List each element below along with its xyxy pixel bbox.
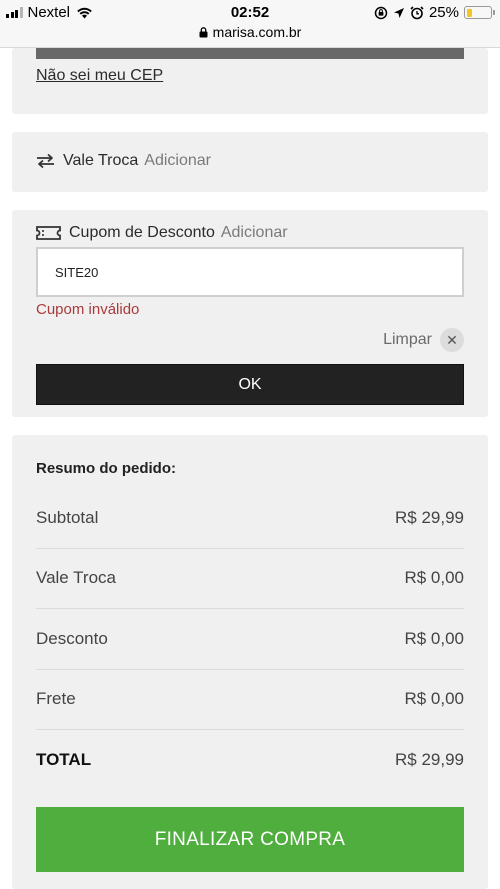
summary-value: R$ 0,00 [404, 628, 464, 648]
rotation-lock-icon [374, 6, 388, 19]
lock-icon [199, 26, 208, 37]
summary-row-total: TOTAL R$ 29,99 [36, 730, 464, 791]
summary-row-frete: Frete R$ 0,00 [36, 670, 464, 730]
cupom-card: Cupom de Desconto Adicionar Cupom inváli… [12, 210, 488, 417]
cupom-error-message: Cupom inválido [36, 301, 140, 318]
order-summary-title: Resumo do pedido: [36, 460, 176, 477]
order-summary-list: Subtotal R$ 29,99 Vale Troca R$ 0,00 Des… [36, 488, 464, 791]
summary-label: Desconto [36, 628, 108, 648]
summary-value: R$ 29,99 [395, 750, 464, 770]
summary-row-subtotal: Subtotal R$ 29,99 [36, 488, 464, 549]
ticket-icon [36, 226, 61, 240]
cep-card: Não sei meu CEP [12, 48, 488, 114]
url-text: marisa.com.br [212, 24, 302, 40]
status-bar: Nextel 02:52 marisa.com.br 25% [0, 0, 500, 48]
summary-label: Vale Troca [36, 568, 117, 588]
cupom-add-link[interactable]: Adicionar [221, 224, 288, 242]
battery-icon [464, 6, 495, 19]
alarm-icon [410, 5, 424, 19]
cupom-input[interactable] [36, 247, 464, 297]
dont-know-cep-link[interactable]: Não sei meu CEP [36, 67, 163, 85]
swap-arrows-icon [37, 153, 54, 169]
vale-troca-card: Vale Troca Adicionar [12, 132, 488, 192]
summary-value: R$ 0,00 [404, 568, 464, 588]
vale-troca-add-link[interactable]: Adicionar [144, 152, 211, 170]
summary-row-vale-troca: Vale Troca R$ 0,00 [36, 549, 464, 609]
finalize-purchase-button[interactable]: FINALIZAR COMPRA [36, 807, 464, 872]
status-right: 25% [374, 4, 495, 21]
order-summary-card: Resumo do pedido: Subtotal R$ 29,99 Vale… [12, 435, 488, 889]
clear-label: Limpar [383, 331, 432, 348]
cupom-row: Cupom de Desconto Adicionar [36, 224, 288, 242]
summary-value: R$ 29,99 [395, 507, 464, 527]
address-bar[interactable]: marisa.com.br [0, 24, 500, 40]
battery-percent: 25% [428, 4, 459, 21]
close-icon[interactable]: ✕ [440, 328, 464, 352]
summary-row-desconto: Desconto R$ 0,00 [36, 609, 464, 670]
cupom-label: Cupom de Desconto [69, 224, 215, 241]
summary-label: TOTAL [36, 750, 92, 770]
location-icon [393, 7, 404, 18]
summary-label: Frete [36, 689, 76, 709]
clear-cupom-button[interactable]: Limpar ✕ [383, 328, 464, 352]
summary-label: Subtotal [36, 507, 99, 527]
vale-troca-label: Vale Troca [63, 152, 139, 169]
calculate-shipping-button[interactable] [36, 48, 464, 59]
vale-troca-row: Vale Troca Adicionar [36, 152, 211, 170]
apply-cupom-button[interactable]: OK [36, 364, 464, 405]
summary-value: R$ 0,00 [404, 689, 464, 709]
battery-level [466, 8, 473, 17]
